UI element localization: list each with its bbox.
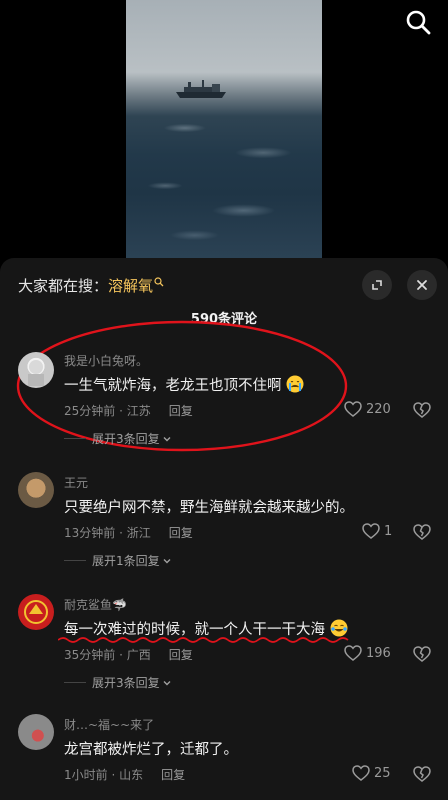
like-button[interactable]: 220 [344, 401, 391, 417]
comment-time-location: 13分钟前 · 浙江 [64, 526, 151, 540]
heart-icon [344, 645, 362, 661]
expand-button[interactable] [362, 270, 392, 300]
divider-line [64, 438, 86, 439]
divider-line [64, 682, 86, 683]
comment-time-location: 25分钟前 · 江苏 [64, 404, 151, 418]
avatar[interactable] [18, 714, 54, 750]
search-button[interactable] [404, 8, 432, 36]
heart-icon [344, 401, 362, 417]
chevron-down-icon [163, 436, 171, 441]
expand-replies[interactable]: 展开3条回复 [64, 674, 172, 691]
like-count: 220 [366, 401, 391, 417]
broken-heart-icon [413, 646, 431, 662]
avatar-image [28, 360, 44, 386]
divider-line [64, 560, 86, 561]
comment-time-location: 35分钟前 · 广西 [64, 648, 151, 662]
comment-meta: 13分钟前 · 浙江 回复 [64, 524, 193, 541]
avatar[interactable] [18, 472, 54, 508]
like-button[interactable]: 1 [362, 523, 392, 539]
crying-emoji-icon [286, 375, 304, 393]
heart-icon [352, 765, 370, 781]
dislike-button[interactable] [413, 646, 431, 666]
expand-replies-label: 展开1条回复 [92, 554, 160, 568]
commenter-name[interactable]: 财…~福~~来了 [64, 716, 154, 733]
commenter-name[interactable]: 我是小白兔呀。 [64, 352, 148, 369]
sea-waves [126, 95, 322, 258]
expand-replies[interactable]: 展开1条回复 [64, 552, 172, 569]
expand-icon [372, 280, 382, 290]
search-icon [406, 10, 431, 35]
comment-text: 一生气就炸海，老龙王也顶不住啊 [64, 374, 304, 395]
commenter-name[interactable]: 耐克鲨鱼🦈 [64, 596, 127, 613]
comment-text-content: 一生气就炸海，老龙王也顶不住啊 [64, 378, 282, 394]
dislike-button[interactable] [413, 766, 431, 786]
broken-heart-icon [413, 402, 431, 418]
commenter-name[interactable]: 王元 [64, 474, 88, 491]
like-count: 196 [366, 645, 391, 661]
avatar[interactable] [18, 594, 54, 630]
reply-button[interactable]: 回复 [161, 768, 185, 782]
close-icon [417, 280, 427, 290]
video-player[interactable] [0, 0, 448, 258]
tears-of-joy-emoji-icon [330, 619, 348, 637]
video-frame[interactable] [126, 0, 322, 258]
red-squiggle-underline [58, 637, 349, 643]
comment-text: 龙宫都被炸烂了，迁都了。 [64, 742, 238, 758]
chevron-down-icon [163, 680, 171, 685]
comment-count: 590条评论 [190, 312, 258, 327]
broken-heart-icon [413, 524, 431, 540]
comment-text: 只要绝户网不禁，野生海鲜就会越来越少的。 [64, 500, 354, 516]
expand-replies[interactable]: 展开3条回复 [64, 430, 172, 447]
like-count: 1 [384, 523, 393, 539]
comment-meta: 35分钟前 · 广西 回复 [64, 646, 193, 663]
like-count: 25 [374, 765, 391, 781]
reply-button[interactable]: 回复 [169, 648, 193, 662]
avatar-image [24, 600, 48, 624]
comment-meta: 1小时前 · 山东 回复 [64, 766, 185, 783]
dislike-button[interactable] [413, 524, 431, 544]
search-suggestion-prefix: 大家都在搜： [18, 277, 109, 295]
dislike-button[interactable] [413, 402, 431, 422]
close-button[interactable] [407, 270, 437, 300]
search-suggestion[interactable]: 大家都在搜：溶解氧 [18, 275, 164, 296]
heart-icon [362, 523, 380, 539]
broken-heart-icon [413, 766, 431, 782]
chevron-down-icon [163, 558, 171, 563]
reply-button[interactable]: 回复 [169, 404, 193, 418]
expand-replies-label: 展开3条回复 [92, 432, 160, 446]
like-button[interactable]: 196 [344, 645, 391, 661]
comment-meta: 25分钟前 · 江苏 回复 [64, 402, 193, 419]
avatar[interactable] [18, 352, 54, 388]
search-suggestion-keyword[interactable]: 溶解氧 [108, 277, 153, 295]
reply-button[interactable]: 回复 [169, 526, 193, 540]
like-button[interactable]: 25 [352, 765, 391, 781]
expand-replies-label: 展开3条回复 [92, 676, 160, 690]
ship-image [176, 80, 226, 98]
small-search-icon [154, 277, 164, 287]
comment-time-location: 1小时前 · 山东 [64, 768, 144, 782]
